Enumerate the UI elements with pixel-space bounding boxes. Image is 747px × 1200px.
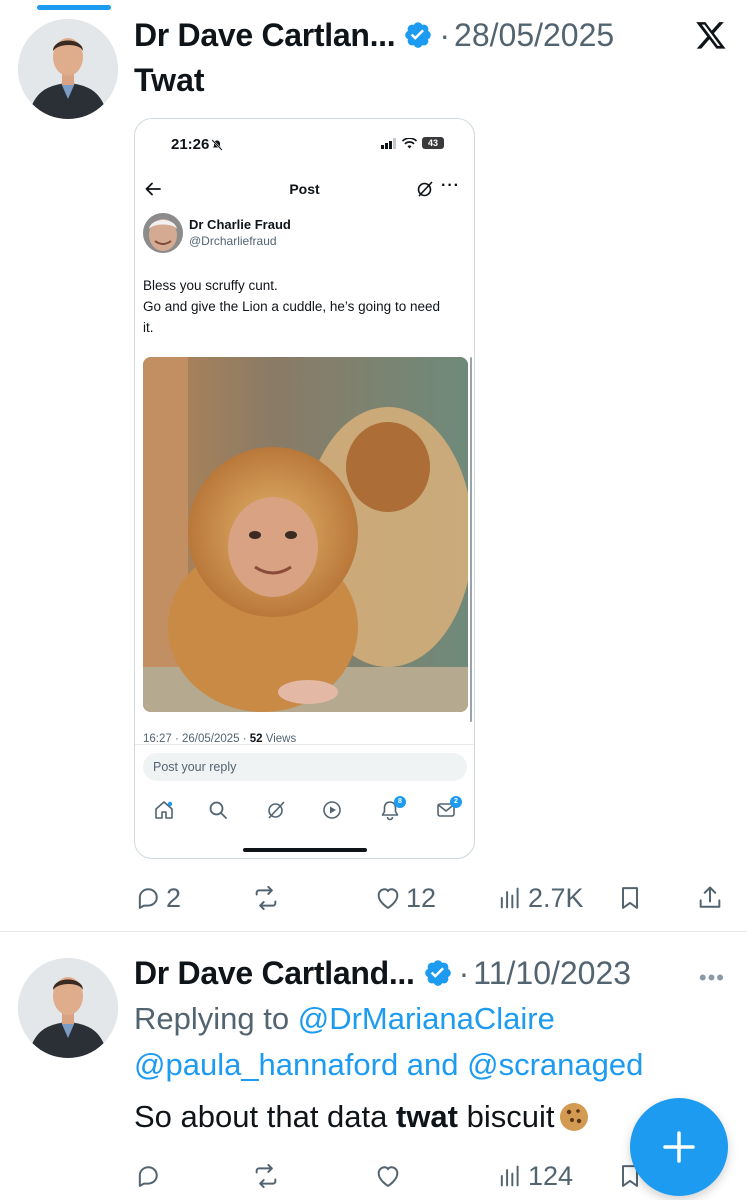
inner-author-handle[interactable]: @Drcharliefraud (189, 234, 277, 248)
messages-icon[interactable]: 2 (435, 796, 462, 821)
mention-link[interactable]: @DrMarianaClaire (298, 1001, 555, 1036)
views-count: 2.7K (528, 882, 584, 913)
grok-icon[interactable] (416, 180, 434, 198)
bookmark-icon (622, 887, 638, 909)
views-button[interactable]: 124 (496, 1156, 573, 1196)
status-time: 21:26 (171, 136, 210, 153)
mention-link[interactable]: @scranaged (467, 1047, 643, 1082)
views-icon (500, 1165, 519, 1187)
status-icons: 43 (381, 137, 444, 149)
notifications-icon[interactable]: 8 (379, 796, 406, 821)
home-icon[interactable] (153, 799, 175, 821)
verified-badge-icon (403, 20, 433, 50)
share-button[interactable] (696, 878, 724, 918)
separator-dot: · (439, 16, 451, 53)
more-options-icon[interactable]: ··· (441, 177, 460, 195)
tweet-header: Dr Dave Cartland... · 11/10/2023 (134, 951, 631, 995)
signal-icon (381, 137, 396, 149)
cookie-emoji-icon (558, 1101, 590, 1133)
author-avatar[interactable] (18, 958, 118, 1058)
author-avatar[interactable] (18, 19, 118, 119)
views-button[interactable]: 2.7K (496, 878, 584, 918)
wifi-icon (402, 137, 417, 148)
reply-input[interactable]: Post your reply (143, 753, 467, 781)
separator-dot: · (458, 954, 470, 991)
inner-text-line: Bless you scruffy cunt. (143, 278, 278, 293)
more-options-icon[interactable]: ••• (699, 965, 725, 991)
reply-icon (138, 888, 158, 909)
x-logo-icon (693, 19, 729, 51)
like-button[interactable]: 12 (374, 878, 436, 918)
inner-author-name[interactable]: Dr Charlie Fraud (189, 217, 291, 232)
replying-to: Replying to @DrMarianaClaire (134, 1001, 555, 1037)
inner-post-image[interactable] (143, 357, 468, 712)
divider (135, 744, 474, 745)
bottom-nav: 8 2 (135, 795, 474, 825)
tweet-text-bold: twat (396, 1099, 458, 1134)
home-indicator (243, 848, 367, 852)
views-count: 124 (528, 1160, 574, 1191)
reply-button[interactable] (134, 1156, 166, 1196)
like-button[interactable] (374, 1156, 406, 1196)
share-icon (699, 886, 721, 908)
bookmark-button[interactable] (616, 878, 644, 918)
inner-author-avatar[interactable] (143, 213, 183, 253)
compose-button[interactable] (630, 1098, 728, 1196)
reply-count: 2 (166, 882, 182, 913)
embedded-screenshot[interactable]: 21:26 43 Post ··· Dr Charlie Fraud @Drch… (134, 118, 475, 859)
repost-button[interactable] (252, 878, 284, 918)
search-icon[interactable] (207, 799, 229, 821)
views-icon (500, 887, 519, 909)
scrollbar[interactable] (470, 357, 472, 722)
tweet-text-part: biscuit (458, 1099, 555, 1134)
tweet-text: So about that data twat biscuit (134, 1099, 590, 1135)
like-count: 12 (406, 882, 437, 913)
battery-indicator: 43 (422, 137, 444, 149)
tweet-text-part: So about that data (134, 1099, 396, 1134)
plus-icon (663, 1131, 695, 1163)
author-name[interactable]: Dr Dave Cartland... (134, 955, 415, 992)
post-nav-bar: Post ··· (135, 177, 474, 203)
video-icon[interactable] (321, 799, 343, 821)
replying-to-label: Replying to (134, 1001, 298, 1036)
repost-icon (255, 885, 277, 911)
replying-to-continued: @paula_hannaford and @scranaged (134, 1047, 643, 1083)
notifications-badge: 8 (394, 796, 406, 808)
repost-icon (255, 1163, 277, 1189)
and-text: and (398, 1047, 468, 1082)
heart-icon (377, 888, 399, 909)
repost-button[interactable] (252, 1156, 284, 1196)
heart-icon (377, 1166, 399, 1187)
inner-text-line: Go and give the Lion a cuddle, he’s goin… (143, 299, 440, 335)
author-name[interactable]: Dr Dave Cartlan... (134, 17, 396, 54)
reply-icon (138, 1166, 158, 1187)
messages-badge: 2 (450, 796, 462, 808)
verified-badge-icon (423, 958, 453, 988)
grok-icon[interactable] (265, 799, 287, 821)
mention-link[interactable]: @paula_hannaford (134, 1047, 398, 1082)
tweet-card[interactable]: Dr Dave Cartlan... · 28/05/2025 Twat 21:… (0, 0, 747, 932)
tweet-actions: 2 12 2.7K (134, 878, 734, 918)
tweet-date[interactable]: 11/10/2023 (473, 955, 631, 992)
reply-button[interactable]: 2 (134, 878, 181, 918)
inner-post-text: Bless you scruffy cunt. Go and give the … (143, 275, 453, 338)
tweet-header: Dr Dave Cartlan... · 28/05/2025 (134, 13, 614, 57)
bell-off-icon (211, 138, 223, 151)
tweet-date[interactable]: 28/05/2025 (454, 17, 614, 54)
tweet-text: Twat (134, 62, 205, 98)
status-bar: 21:26 43 (135, 119, 474, 171)
